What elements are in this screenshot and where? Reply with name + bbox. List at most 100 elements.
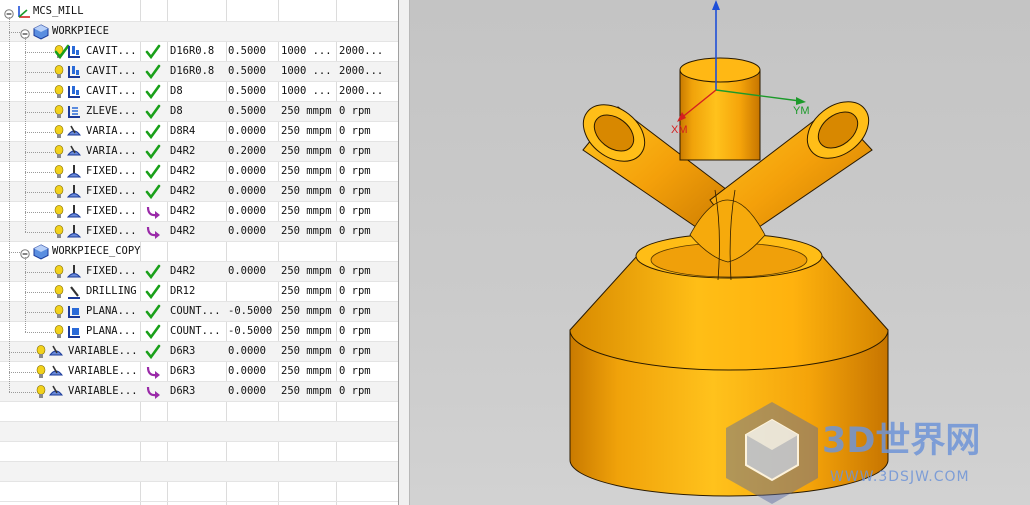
status-check-icon [145,184,161,204]
tool-cell: D16R0.8 [170,65,215,77]
watermark-url: WWW.3DSJW.COM [830,469,970,485]
status-check-icon [145,344,161,364]
tree-row[interactable]: FIXED... D4R2 0.0000 250 mmpm 0 rpm [0,262,398,282]
stock-cell: -0.5000 [228,325,273,337]
stock-cell: 0.0000 [228,345,266,357]
cavity-mill-icon [66,44,82,64]
stock-cell [228,282,276,301]
bulb-icon [54,164,64,183]
stock-cell: 0.5000 [228,105,266,117]
tree-row[interactable]: FIXED... D4R2 0.0000 250 mmpm 0 rpm [0,182,398,202]
operation-name: CAVIT... [86,65,137,77]
variable-contour-icon [48,364,64,384]
bulb-icon [54,264,64,283]
feed-cell: 250 mmpm [281,285,332,297]
tree-line [9,252,20,253]
planar-mill-icon [66,304,82,324]
part-model[interactable]: XM YM 3D世界网 WWW.3DSJW.COM [410,0,1030,505]
speed-cell: 0 rpm [339,385,371,397]
tree-line [25,37,26,232]
tool-cell: DR12 [170,285,196,297]
group-label: WORKPIECE [52,25,109,37]
stock-cell: 0.0000 [228,385,266,397]
stock-cell: 0.2000 [228,145,266,157]
tree-row[interactable]: ZLEVE... D8 0.5000 250 mmpm 0 rpm [0,102,398,122]
tree-line [25,172,54,173]
tree-row[interactable]: VARIA... D4R2 0.2000 250 mmpm 0 rpm [0,142,398,162]
tree-row[interactable]: PLANA... COUNT... -0.5000 250 mmpm 0 rpm [0,322,398,342]
tree-line [25,312,54,313]
bulb-icon [54,304,64,323]
stock-cell: -0.5000 [228,305,273,317]
feed-cell: 250 mmpm [281,185,332,197]
tree-row[interactable]: CAVIT... D16R0.8 0.5000 1000 ... 2000... [0,42,398,62]
bulb-icon [54,284,64,303]
feed-cell: 1000 ... [281,65,332,77]
tree-line [9,17,10,392]
tool-cell: COUNT... [170,325,221,337]
tree-row[interactable]: VARIABLE... D6R3 0.0000 250 mmpm 0 rpm [0,342,398,362]
tree-row[interactable]: PLANA... COUNT... -0.5000 250 mmpm 0 rpm [0,302,398,322]
tree-line [9,372,36,373]
bulb-icon [54,124,64,143]
stock-cell: 0.5000 [228,85,266,97]
feed-cell: 250 mmpm [281,125,332,137]
status-check-icon [145,64,161,84]
stock-cell: 0.5000 [228,65,266,77]
tree-row[interactable]: WORKPIECE [0,22,398,42]
operation-name: ZLEVE... [86,105,137,117]
graphics-viewport[interactable]: XM YM 3D世界网 WWW.3DSJW.COM [410,0,1030,505]
operation-name: FIXED... [86,205,137,217]
tree-row[interactable]: FIXED... D4R2 0.0000 250 mmpm 0 rpm [0,162,398,182]
speed-cell: 0 rpm [339,225,371,237]
status-check-icon [145,304,161,324]
bulb-icon [54,104,64,123]
operation-name: FIXED... [86,225,137,237]
variable-contour-icon [66,144,82,164]
root-label: MCS_MILL [33,5,84,17]
tree-row[interactable]: MCS_MILL [0,2,398,22]
workpiece-icon [33,24,49,44]
tree-row[interactable]: VARIA... D8R4 0.0000 250 mmpm 0 rpm [0,122,398,142]
tree-line [9,352,36,353]
status-check-icon [145,164,161,184]
status-check-icon [145,84,161,104]
tool-cell: D4R2 [170,165,196,177]
feed-cell: 250 mmpm [281,385,332,397]
axis-label-y: YM [793,105,810,117]
feed-cell: 250 mmpm [281,165,332,177]
tree-row[interactable]: DRILLING DR12 250 mmpm 0 rpm [0,282,398,302]
tree-row[interactable]: FIXED... D4R2 0.0000 250 mmpm 0 rpm [0,222,398,242]
variable-contour-icon [48,384,64,404]
bulb-icon [54,144,64,163]
tree-row[interactable]: VARIABLE... D6R3 0.0000 250 mmpm 0 rpm [0,382,398,402]
tool-cell: D6R3 [170,365,196,377]
tree-line [25,132,54,133]
operation-name: FIXED... [86,185,137,197]
status-check-icon [145,104,161,124]
operation-name: VARIABLE... [68,345,138,357]
tree-line [25,332,54,333]
bulb-icon [54,204,64,223]
tree-row[interactable]: CAVIT... D16R0.8 0.5000 1000 ... 2000... [0,62,398,82]
tree-row[interactable]: WORKPIECE_COPY [0,242,398,262]
tree-row[interactable]: CAVIT... D8 0.5000 1000 ... 2000... [0,82,398,102]
tree-row[interactable]: VARIABLE... D6R3 0.0000 250 mmpm 0 rpm [0,362,398,382]
tool-cell: D4R2 [170,265,196,277]
speed-cell: 0 rpm [339,165,371,177]
axis-label-x: XM [671,124,688,136]
variable-contour-icon [66,124,82,144]
tree-row[interactable]: FIXED... D4R2 0.0000 250 mmpm 0 rpm [0,202,398,222]
panel-splitter[interactable] [398,0,410,505]
tool-cell: D8 [170,105,183,117]
operation-name: VARIABLE... [68,385,138,397]
status-regenerate-icon [145,364,161,384]
operation-name: CAVIT... [86,45,137,57]
speed-cell: 2000... [339,65,384,77]
planar-mill-icon [66,324,82,344]
speed-cell: 2000... [339,45,384,57]
tool-cell: D8R4 [170,125,196,137]
fixed-contour-icon [66,224,82,244]
cavity-mill-icon [66,64,82,84]
tree-line [9,392,36,393]
